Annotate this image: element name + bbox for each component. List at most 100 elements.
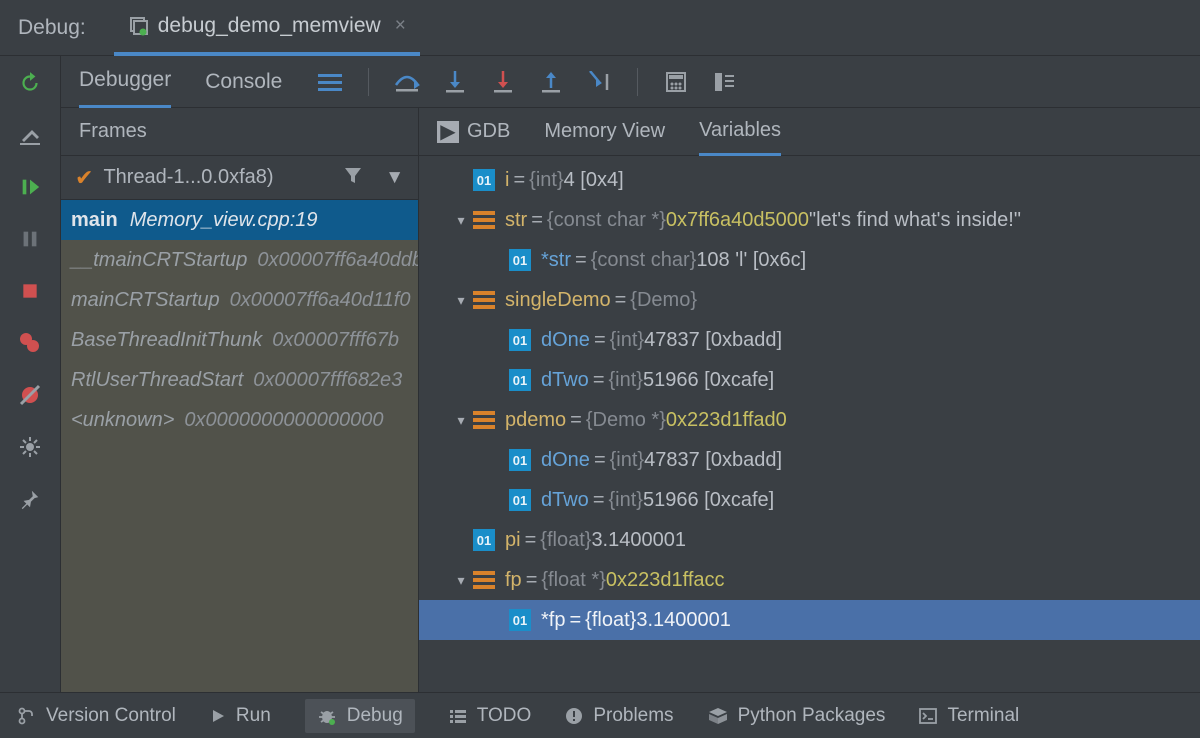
tab-debugger[interactable]: Debugger: [79, 56, 171, 108]
variable-row[interactable]: 01dOne = {int} 47837 [0xbadd]: [419, 440, 1200, 480]
variable-value: 47837 [0xbadd]: [644, 329, 782, 352]
variables-panel: ▶ GDB Memory View Variables 01i = {int} …: [419, 108, 1200, 692]
separator: [368, 68, 369, 96]
resume-button[interactable]: [13, 170, 47, 204]
variable-row[interactable]: 01*str = {const char} 108 'l' [0x6c]: [419, 240, 1200, 280]
variable-name: dOne: [541, 449, 590, 472]
variable-type: {const char *}: [547, 209, 666, 232]
thread-dump-icon[interactable]: [710, 68, 738, 96]
variable-value: 47837 [0xbadd]: [644, 449, 782, 472]
variable-type: {int}: [609, 369, 643, 392]
tab-gdb-label: GDB: [467, 120, 510, 143]
step-over-icon[interactable]: [393, 68, 421, 96]
rerun-button[interactable]: [13, 66, 47, 100]
settings-button[interactable]: [13, 118, 47, 152]
variable-row[interactable]: 01dTwo = {int} 51966 [0xcafe]: [419, 360, 1200, 400]
expand-icon[interactable]: ▾: [449, 212, 473, 229]
variable-type: {float *}: [541, 569, 606, 592]
frame-location: 0x00007fff67b: [272, 329, 399, 352]
run-to-cursor-icon[interactable]: [585, 68, 613, 96]
step-out-icon[interactable]: [537, 68, 565, 96]
variable-name: str: [505, 209, 527, 232]
pypkg-label: Python Packages: [738, 705, 886, 727]
stack-frame[interactable]: __tmainCRTStartup 0x00007ff6a40ddbc0: [61, 240, 418, 280]
variable-row[interactable]: 01dTwo = {int} 51966 [0xcafe]: [419, 480, 1200, 520]
tab-console[interactable]: Console: [205, 56, 282, 108]
stack-frame[interactable]: RtlUserThreadStart 0x00007fff682e3: [61, 360, 418, 400]
variable-address: 0x223d1ffad0: [666, 409, 787, 432]
variable-name: fp: [505, 569, 522, 592]
primitive-icon: 01: [509, 609, 531, 631]
pin-button[interactable]: [13, 482, 47, 516]
variable-row[interactable]: ▾pdemo = {Demo *} 0x223d1ffad0: [419, 400, 1200, 440]
debug-settings-button[interactable]: [13, 430, 47, 464]
check-icon: ✔: [75, 165, 93, 191]
tab-gdb[interactable]: ▶ GDB: [437, 108, 510, 156]
lower-split: Frames ✔ Thread-1...0.0xfa8) ▼ main Memo…: [61, 108, 1200, 692]
tab-memory-view[interactable]: Memory View: [544, 108, 665, 156]
primitive-icon: 01: [509, 489, 531, 511]
run-config-name: debug_demo_memview: [158, 14, 381, 38]
pause-button[interactable]: [13, 222, 47, 256]
thread-selector[interactable]: ✔ Thread-1...0.0xfa8) ▼: [61, 156, 418, 200]
stack-frame[interactable]: BaseThreadInitThunk 0x00007fff67b: [61, 320, 418, 360]
variable-row[interactable]: ▾str = {const char *} 0x7ff6a40d5000 "le…: [419, 200, 1200, 240]
debugger-toolbar: Debugger Console: [61, 56, 1200, 108]
frame-function: mainCRTStartup: [71, 289, 220, 312]
variable-row[interactable]: 01*fp = {float} 3.1400001: [419, 600, 1200, 640]
variable-row[interactable]: 01dOne = {int} 47837 [0xbadd]: [419, 320, 1200, 360]
stop-button[interactable]: [13, 274, 47, 308]
bottom-toolbar: Version Control Run Debug TODO Problems …: [0, 692, 1200, 738]
expand-icon[interactable]: ▾: [449, 572, 473, 589]
python-packages-tool[interactable]: Python Packages: [708, 705, 886, 727]
stack-frame[interactable]: <unknown> 0x0000000000000000: [61, 400, 418, 440]
frame-location: 0x00007ff6a40d11f0: [230, 289, 411, 312]
variable-name: dOne: [541, 329, 590, 352]
problems-tool[interactable]: Problems: [565, 705, 673, 727]
variable-row[interactable]: ▾fp = {float *} 0x223d1ffacc: [419, 560, 1200, 600]
play-icon: ▶: [437, 121, 459, 143]
variable-name: *str: [541, 249, 571, 272]
mute-breakpoints-button[interactable]: [13, 378, 47, 412]
close-icon[interactable]: ×: [395, 15, 406, 37]
run-config-tab[interactable]: debug_demo_memview ×: [114, 0, 420, 56]
variable-type: {int}: [610, 449, 644, 472]
dropdown-icon[interactable]: ▼: [385, 167, 404, 189]
expand-icon[interactable]: ▾: [449, 292, 473, 309]
view-breakpoints-button[interactable]: [13, 326, 47, 360]
primitive-icon: 01: [473, 529, 495, 551]
vcs-tool[interactable]: Version Control: [18, 705, 176, 727]
stack-frame[interactable]: mainCRTStartup 0x00007ff6a40d11f0: [61, 280, 418, 320]
run-tool[interactable]: Run: [210, 705, 271, 727]
debug-content: Debugger Console Frames ✔: [61, 56, 1200, 692]
variable-row[interactable]: 01pi = {float} 3.1400001: [419, 520, 1200, 560]
debug-header: Debug: debug_demo_memview ×: [0, 0, 1200, 56]
frame-function: __tmainCRTStartup: [71, 249, 247, 272]
debug-label: Debug: [347, 705, 403, 727]
variable-type: {int}: [529, 169, 563, 192]
variable-type: {const char}: [591, 249, 697, 272]
tab-variables[interactable]: Variables: [699, 108, 781, 156]
force-step-into-icon[interactable]: [489, 68, 517, 96]
variable-value: 51966 [0xcafe]: [643, 369, 774, 392]
stack-frame[interactable]: main Memory_view.cpp:19: [61, 200, 418, 240]
frames-panel: Frames ✔ Thread-1...0.0xfa8) ▼ main Memo…: [61, 108, 419, 692]
evaluate-icon[interactable]: [662, 68, 690, 96]
step-into-icon[interactable]: [441, 68, 469, 96]
variable-tabs: ▶ GDB Memory View Variables: [419, 108, 1200, 156]
variable-value: 51966 [0xcafe]: [643, 489, 774, 512]
debug-tool[interactable]: Debug: [305, 699, 415, 733]
todo-tool[interactable]: TODO: [449, 705, 532, 727]
terminal-tool[interactable]: Terminal: [919, 705, 1019, 727]
struct-icon: [473, 211, 495, 229]
filter-icon[interactable]: [343, 165, 363, 191]
expand-icon[interactable]: ▾: [449, 412, 473, 429]
show-threads-icon[interactable]: [316, 68, 344, 96]
variable-name: singleDemo: [505, 289, 611, 312]
variable-type: {Demo}: [630, 289, 697, 312]
variable-type: {float}: [540, 529, 591, 552]
variable-row[interactable]: 01i = {int} 4 [0x4]: [419, 160, 1200, 200]
primitive-icon: 01: [509, 249, 531, 271]
variable-row[interactable]: ▾singleDemo = {Demo}: [419, 280, 1200, 320]
struct-icon: [473, 291, 495, 309]
